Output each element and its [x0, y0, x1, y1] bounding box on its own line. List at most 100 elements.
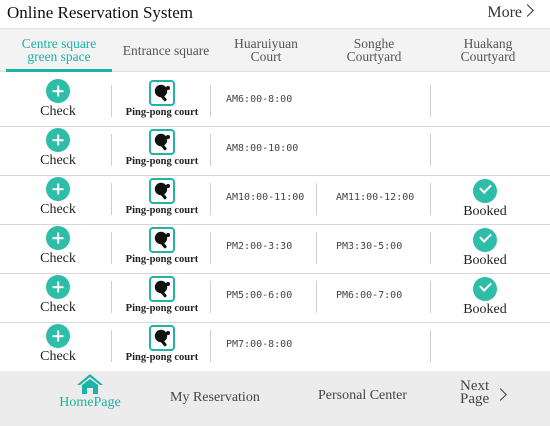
header: Online Reservation System More [0, 0, 550, 28]
divider [111, 232, 112, 264]
check-circle-icon [473, 228, 497, 252]
app-title: Online Reservation System [7, 3, 194, 22]
ping-pong-icon [149, 227, 175, 253]
divider [210, 330, 211, 362]
more-label: More [487, 4, 522, 21]
check-circle-icon [473, 179, 497, 203]
check-circle-icon [473, 277, 497, 301]
ping-pong-icon [149, 325, 175, 351]
court-cell: Ping-pong court [118, 325, 206, 364]
plus-circle-icon [46, 324, 70, 348]
court-label: Ping-pong court [125, 156, 199, 167]
plus-circle-icon [46, 226, 70, 250]
bottom-nav: HomePage My Reservation Personal Center … [0, 371, 550, 426]
ping-pong-icon [149, 129, 175, 155]
divider [430, 330, 431, 362]
divider [430, 183, 431, 215]
reservation-row: Check Ping-pong court PM5:00-6:00 PM6:00… [0, 273, 550, 323]
tab-songhe-courtyard[interactable]: Songhe Courtyard [328, 29, 420, 71]
divider [430, 134, 431, 166]
booked-status: Booked [460, 179, 510, 219]
time-slot[interactable]: PM7:00-8:00 [226, 339, 292, 350]
divider [210, 85, 211, 117]
court-cell: Ping-pong court [118, 276, 206, 315]
tab-huaruiyuan-court[interactable]: Huaruiyuan Court [220, 29, 312, 71]
home-icon [76, 373, 104, 395]
divider [210, 281, 211, 313]
court-cell: Ping-pong court [118, 129, 206, 168]
divider [111, 330, 112, 362]
booked-status: Booked [460, 228, 510, 268]
divider [316, 183, 317, 215]
ping-pong-icon [149, 178, 175, 204]
check-button[interactable]: Check [40, 79, 76, 119]
court-label: Ping-pong court [125, 205, 199, 216]
reservation-row: Check Ping-pong court PM7:00-8:00 [0, 322, 550, 372]
check-label: Check [40, 251, 76, 266]
time-slot[interactable]: AM8:00-10:00 [226, 143, 298, 154]
tab-entrance-square[interactable]: Entrance square [114, 29, 218, 71]
tab-centre-square[interactable]: Centre square green space [6, 29, 112, 72]
divider [210, 134, 211, 166]
plus-circle-icon [46, 79, 70, 103]
divider [111, 134, 112, 166]
check-label: Check [40, 202, 76, 217]
booked-status: Booked [460, 277, 510, 317]
chevron-right-icon [521, 4, 534, 17]
court-label: Ping-pong court [125, 254, 199, 265]
tab-huakang-courtyard[interactable]: Huakang Courtyard [442, 29, 534, 71]
divider [430, 232, 431, 264]
booked-label: Booked [463, 302, 507, 317]
divider [430, 281, 431, 313]
divider [210, 183, 211, 215]
booked-label: Booked [463, 204, 507, 219]
plus-circle-icon [46, 177, 70, 201]
court-label: Ping-pong court [125, 303, 199, 314]
divider [316, 232, 317, 264]
divider [111, 281, 112, 313]
more-button[interactable]: More [487, 4, 534, 22]
booked-label: Booked [463, 253, 507, 268]
ping-pong-icon [149, 276, 175, 302]
check-button[interactable]: Check [40, 177, 76, 217]
chevron-right-icon [494, 388, 507, 401]
time-slot[interactable]: PM3:30-5:00 [336, 241, 402, 252]
reservation-row: Check Ping-pong court PM2:00-3:30 PM3:30… [0, 224, 550, 274]
divider [111, 85, 112, 117]
time-slot[interactable]: PM2:00-3:30 [226, 241, 292, 252]
check-button[interactable]: Check [40, 226, 76, 266]
check-label: Check [40, 104, 76, 119]
check-label: Check [40, 153, 76, 168]
check-button[interactable]: Check [40, 324, 76, 364]
divider [430, 85, 431, 117]
time-slot[interactable]: AM10:00-11:00 [226, 192, 304, 203]
nav-my-reservation[interactable]: My Reservation [170, 390, 260, 406]
nav-personal-center[interactable]: Personal Center [318, 388, 407, 404]
nav-home-label: HomePage [59, 395, 121, 410]
plus-circle-icon [46, 275, 70, 299]
next-page-button[interactable]: Next Page [460, 379, 507, 407]
reservation-row: Check Ping-pong court AM6:00-8:00 [0, 77, 550, 127]
court-cell: Ping-pong court [118, 80, 206, 119]
time-slot[interactable]: AM6:00-8:00 [226, 94, 292, 105]
reservation-row: Check Ping-pong court AM8:00-10:00 [0, 126, 550, 176]
check-button[interactable]: Check [40, 275, 76, 315]
court-cell: Ping-pong court [118, 178, 206, 217]
court-cell: Ping-pong court [118, 227, 206, 266]
time-slot[interactable]: PM6:00-7:00 [336, 290, 402, 301]
nav-homepage[interactable]: HomePage [56, 373, 124, 411]
check-button[interactable]: Check [40, 128, 76, 168]
ping-pong-icon [149, 80, 175, 106]
divider [210, 232, 211, 264]
check-label: Check [40, 349, 76, 364]
divider [111, 183, 112, 215]
court-label: Ping-pong court [125, 107, 199, 118]
time-slot[interactable]: PM5:00-6:00 [226, 290, 292, 301]
location-tabs: Centre square green space Entrance squar… [0, 28, 550, 72]
time-slot[interactable]: AM11:00-12:00 [336, 192, 414, 203]
court-label: Ping-pong court [125, 352, 199, 363]
next-label-2: Page [460, 391, 490, 407]
divider [316, 281, 317, 313]
reservation-row: Check Ping-pong court AM10:00-11:00 AM11… [0, 175, 550, 225]
check-label: Check [40, 300, 76, 315]
